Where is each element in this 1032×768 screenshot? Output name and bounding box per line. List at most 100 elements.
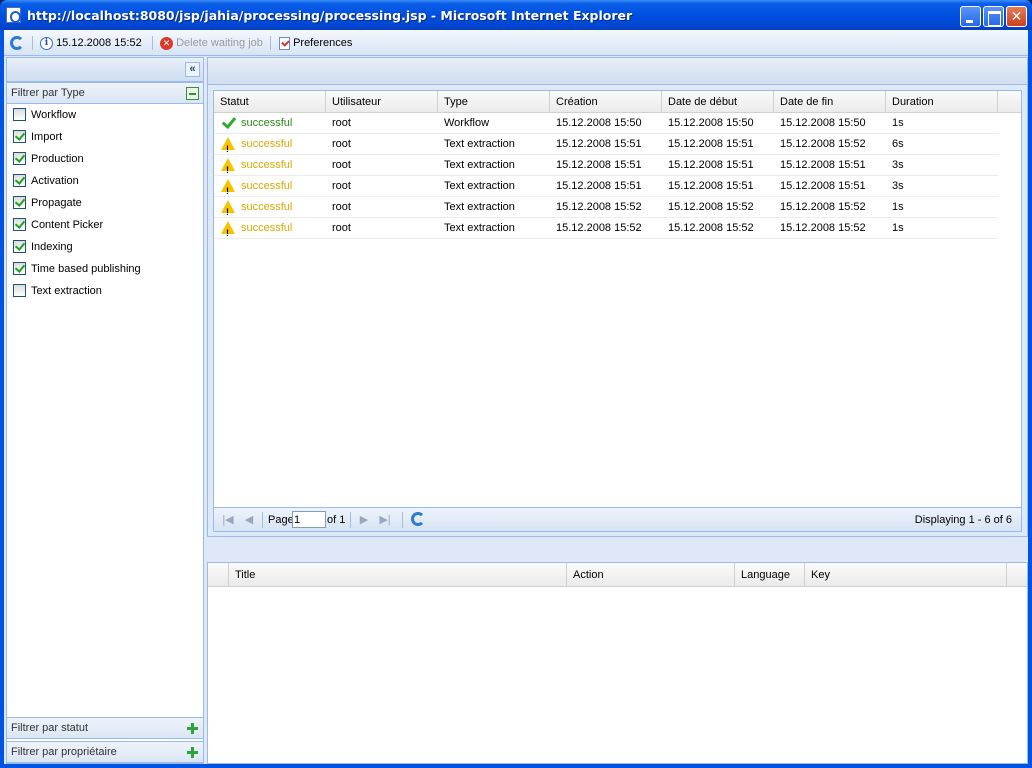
expand-group-icon[interactable] bbox=[186, 722, 199, 735]
column-header-key[interactable]: Key bbox=[805, 563, 1007, 587]
column-header-user[interactable]: Utilisateur bbox=[326, 91, 438, 113]
table-row[interactable]: successful root Text extraction 15.12.2008 … bbox=[214, 134, 998, 160]
status-text: successful bbox=[241, 180, 293, 192]
column-header-type[interactable]: Type bbox=[438, 91, 550, 113]
app-client-area: i 15.12.2008 15:52 ✕ Delete waiting job … bbox=[4, 30, 1028, 764]
preferences-button[interactable]: Preferences bbox=[279, 35, 352, 51]
next-page-icon[interactable]: ▶ bbox=[356, 513, 372, 527]
displaying-summary: Displaying 1 - 6 of 6 bbox=[914, 514, 1012, 526]
panel-splitter[interactable] bbox=[207, 537, 1028, 562]
page-number-input[interactable] bbox=[292, 511, 326, 528]
delete-waiting-job-button[interactable]: ✕ Delete waiting job bbox=[160, 35, 263, 51]
checkbox[interactable] bbox=[13, 262, 26, 275]
type-cell: Text extraction bbox=[444, 159, 515, 171]
filter-item-activation[interactable]: Activation bbox=[7, 170, 203, 192]
status-cell: successful bbox=[214, 113, 326, 134]
checkbox[interactable] bbox=[13, 284, 26, 297]
end-cell: 15.12.2008 15:51 bbox=[780, 180, 866, 192]
delete-icon: ✕ bbox=[160, 36, 173, 50]
paging-separator bbox=[350, 512, 351, 528]
filter-panel: « Filtrer par Type Workflow Import Produ… bbox=[6, 57, 204, 764]
paging-toolbar: |◀ ◀ Page of 1 ▶ ▶| Displaying 1 - 6 of … bbox=[214, 507, 1021, 531]
duration-cell: 3s bbox=[892, 180, 904, 192]
close-button[interactable]: ✕ bbox=[1006, 6, 1027, 27]
grid-header: Statut Utilisateur Type Création Date de… bbox=[214, 91, 1021, 113]
column-header-title[interactable]: Title bbox=[229, 563, 567, 587]
page-count-label: of 1 bbox=[327, 514, 346, 526]
collapse-group-icon[interactable] bbox=[186, 87, 199, 100]
start-cell: 15.12.2008 15:52 bbox=[668, 201, 754, 213]
prev-page-icon[interactable]: ◀ bbox=[241, 513, 257, 527]
checkbox[interactable] bbox=[13, 218, 26, 231]
start-cell: 15.12.2008 15:51 bbox=[668, 138, 754, 150]
page-label: Page bbox=[268, 514, 294, 526]
table-row[interactable]: successful root Workflow 15.12.2008 15:50 15… bbox=[214, 113, 998, 134]
column-header-start-date[interactable]: Date de début bbox=[662, 91, 774, 113]
owner-filter-header[interactable]: Filtrer par propriétaire bbox=[7, 741, 203, 763]
minimize-button[interactable] bbox=[960, 6, 981, 27]
filter-item-content-picker[interactable]: Content Picker bbox=[7, 214, 203, 236]
expand-group-icon[interactable] bbox=[186, 746, 199, 759]
filter-panel-header: « bbox=[7, 58, 203, 82]
refresh-button[interactable] bbox=[10, 35, 24, 51]
table-row[interactable]: successful root Text extraction 15.12.2008 … bbox=[214, 197, 998, 223]
title-bar[interactable]: http://localhost:8080/jsp/jahia/processi… bbox=[0, 0, 1032, 30]
info-icon: i bbox=[40, 36, 53, 50]
filter-item-label: Production bbox=[31, 153, 84, 165]
status-filter-title: Filtrer par statut bbox=[11, 722, 89, 734]
column-header-action[interactable]: Action bbox=[567, 563, 735, 587]
table-row[interactable]: successful root Text extraction 15.12.2008 … bbox=[214, 176, 998, 202]
type-cell: Text extraction bbox=[444, 222, 515, 234]
status-text: successful bbox=[241, 159, 293, 171]
filter-item-import[interactable]: Import bbox=[7, 126, 203, 148]
end-cell: 15.12.2008 15:52 bbox=[780, 138, 866, 150]
filter-item-propagate[interactable]: Propagate bbox=[7, 192, 203, 214]
column-header-language[interactable]: Language bbox=[735, 563, 805, 587]
check-icon bbox=[221, 116, 235, 129]
ie-page-icon bbox=[6, 7, 21, 23]
filter-item-workflow[interactable]: Workflow bbox=[7, 104, 203, 126]
refresh-icon bbox=[10, 36, 24, 51]
maximize-button[interactable] bbox=[983, 6, 1004, 27]
user-cell: root bbox=[332, 117, 351, 129]
filter-item-label: Workflow bbox=[31, 109, 77, 121]
user-cell: root bbox=[332, 138, 351, 150]
jobs-panel: Statut Utilisateur Type Création Date de… bbox=[207, 57, 1028, 537]
owner-filter-title: Filtrer par propriétaire bbox=[11, 746, 117, 758]
warning-icon bbox=[221, 158, 235, 181]
filter-item-time-based-publishing[interactable]: Time based publishing bbox=[7, 258, 203, 280]
checkbox[interactable] bbox=[13, 174, 26, 187]
filter-item-text-extraction[interactable]: Text extraction bbox=[7, 280, 203, 302]
filter-item-indexing[interactable]: Indexing bbox=[7, 236, 203, 258]
created-cell: 15.12.2008 15:51 bbox=[556, 138, 642, 150]
refresh-icon[interactable] bbox=[411, 512, 425, 526]
column-header-status[interactable]: Statut bbox=[214, 91, 326, 113]
collapse-panel-button[interactable]: « bbox=[185, 62, 200, 77]
top-toolbar: i 15.12.2008 15:52 ✕ Delete waiting job … bbox=[4, 30, 1028, 56]
grid-body: successful root Workflow 15.12.2008 15:50 15… bbox=[214, 113, 1021, 244]
status-text: successful bbox=[241, 117, 293, 129]
checkbox[interactable] bbox=[13, 152, 26, 165]
toolbar-separator bbox=[152, 36, 153, 50]
column-header-created[interactable]: Création bbox=[550, 91, 662, 113]
user-cell: root bbox=[332, 180, 351, 192]
table-row[interactable]: successful root Text extraction 15.12.2008 … bbox=[214, 155, 998, 181]
datetime-label: 15.12.2008 15:52 bbox=[56, 37, 142, 49]
table-row[interactable]: successful root Text extraction 15.12.2008 … bbox=[214, 218, 998, 244]
status-filter-header[interactable]: Filtrer par statut bbox=[7, 717, 203, 739]
first-page-icon[interactable]: |◀ bbox=[220, 513, 236, 527]
created-cell: 15.12.2008 15:52 bbox=[556, 201, 642, 213]
checkbox[interactable] bbox=[13, 108, 26, 121]
status-text: successful bbox=[241, 201, 293, 213]
column-header-duration[interactable]: Duration bbox=[886, 91, 998, 113]
filter-item-production[interactable]: Production bbox=[7, 148, 203, 170]
delete-label: Delete waiting job bbox=[176, 37, 263, 49]
checkbox[interactable] bbox=[13, 240, 26, 253]
last-page-icon[interactable]: ▶| bbox=[377, 513, 393, 527]
type-filter-header[interactable]: Filtrer par Type bbox=[7, 82, 203, 104]
status-cell: successful bbox=[214, 155, 326, 181]
column-header-end-date[interactable]: Date de fin bbox=[774, 91, 886, 113]
created-cell: 15.12.2008 15:50 bbox=[556, 117, 642, 129]
checkbox[interactable] bbox=[13, 196, 26, 209]
checkbox[interactable] bbox=[13, 130, 26, 143]
